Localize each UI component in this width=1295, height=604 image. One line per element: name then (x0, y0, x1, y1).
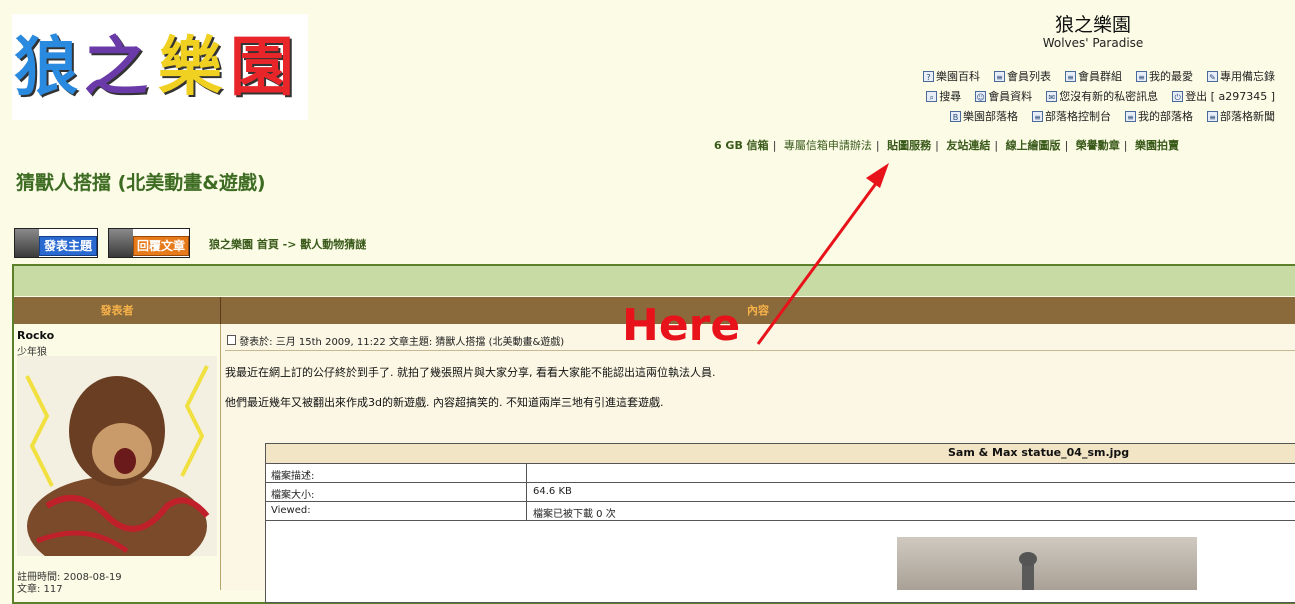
nav-search[interactable]: ⌕ 搜尋 (926, 88, 961, 104)
attachment-value: 檔案已被下載 0 次 (533, 509, 616, 520)
help-icon: ? (923, 70, 934, 82)
site-subtitle: Wolves' Paradise (1042, 36, 1144, 50)
link-oekaki[interactable]: 線上繪圖版 (1006, 139, 1061, 152)
attachment-divider (526, 464, 527, 520)
header-content: 內容 (747, 304, 769, 317)
new-topic-button[interactable]: 發表主題 (14, 228, 98, 258)
nav-favorites[interactable]: ≡ 我的最愛 (1136, 68, 1193, 84)
link-friend-sites[interactable]: 友站連結 (946, 139, 990, 152)
author-name: Rocko (17, 329, 55, 342)
list-icon: ≡ (1207, 110, 1218, 122)
post-count: 文章: 117 (17, 584, 63, 595)
topic-title[interactable]: 猜獸人搭擋 (北美動畫&遊戲) (16, 168, 266, 195)
avatar (17, 356, 217, 556)
reply-button[interactable]: 回覆文章 (108, 228, 190, 258)
attachment-label: 檔案描述: (271, 471, 315, 482)
logo-char: 狼 (14, 30, 78, 105)
attachment-row (266, 464, 1295, 483)
nav-logout[interactable]: ⏻ 登出 [ a297345 ] (1172, 88, 1275, 104)
nav-blog-news[interactable]: ≡ 部落格新聞 (1207, 108, 1275, 124)
header-author: 發表者 (100, 304, 134, 317)
wolf-icon (15, 229, 39, 257)
memo-icon: ✎ (1207, 70, 1218, 82)
logo-char: 樂 (158, 30, 222, 105)
nav-wiki[interactable]: ? 樂園百科 (923, 68, 980, 84)
site-logo[interactable]: 狼 之 樂 園 (12, 14, 308, 120)
breadcrumb[interactable]: 狼之樂園 首頁 -> 獸人動物猜謎 (209, 236, 366, 252)
nav-memo[interactable]: ✎ 專用備忘錄 (1207, 68, 1275, 84)
link-auction[interactable]: 樂園拍賣 (1135, 139, 1179, 152)
link-medals[interactable]: 榮譽勳章 (1076, 139, 1120, 152)
post-body-line: 我最近在網上訂的公仔終於到手了. 就拍了幾張照片與大家分享, 看看大家能不能認出… (225, 366, 716, 379)
attachment-image[interactable] (897, 537, 1197, 590)
message-icon: ✉ (1046, 90, 1058, 102)
list-icon: ≡ (994, 70, 1005, 82)
post-icon (227, 335, 236, 345)
nav-memberlist[interactable]: ≡ 會員列表 (994, 68, 1051, 84)
attachment-label: 檔案大小: (271, 490, 315, 501)
attachment-label: Viewed: (271, 505, 311, 516)
nav-messages[interactable]: ✉ 您沒有新的私密訊息 (1046, 88, 1158, 104)
attachment-filename[interactable]: Sam & Max statue_04_sm.jpg (948, 446, 1129, 459)
post-body-line: 他們最近幾年又被翻出來作成3d的新遊戲. 內容超搞笑的. 不知道兩岸三地有引進這… (225, 396, 664, 409)
meta-divider (225, 350, 1295, 351)
links-bar: 6 GB 信箱 | 專屬信箱申請辦法 | 貼圖服務 | 友站連結 | 線上繪圖版 | 榮譽… (713, 139, 1179, 152)
logo-char: 之 (84, 30, 148, 105)
attachment-title-row (266, 444, 1295, 464)
site-title: 狼之樂園 (1054, 14, 1131, 36)
logo-char: 園 (230, 30, 294, 105)
list-icon: ≡ (1065, 70, 1076, 82)
link-mailbox[interactable]: 6 GB 信箱 (714, 139, 769, 152)
nav-blog-console[interactable]: ≡ 部落格控制台 (1032, 108, 1111, 124)
profile-icon: ☺ (975, 90, 987, 102)
annotation-label: Here (622, 300, 741, 351)
table-top-bar (14, 266, 1295, 296)
link-image-service[interactable]: 貼圖服務 (887, 139, 931, 152)
nav-row-3: B 樂園部落格 ≡ 部落格控制台 ≡ 我的部落格 ≡ 部落格新聞 (950, 108, 1275, 124)
attachment-row (266, 502, 1295, 521)
post-meta: 發表於: 三月 15th 2009, 11:22 文章主題: 猜獸人搭擋 (北美… (227, 333, 564, 348)
wolf-icon (109, 229, 133, 257)
link-mail-apply[interactable]: 專屬信箱申請辦法 (784, 139, 872, 152)
nav-profile[interactable]: ☺ 會員資料 (975, 88, 1032, 104)
attachment-row (266, 483, 1295, 502)
nav-row-1: ? 樂園百科 ≡ 會員列表 ≡ 會員群組 ≡ 我的最愛 ✎ 專用備忘錄 (923, 68, 1275, 84)
list-icon: ≡ (1136, 70, 1147, 82)
nav-my-blog[interactable]: ≡ 我的部落格 (1125, 108, 1193, 124)
attachment-value: 64.6 KB (533, 486, 572, 497)
list-icon: ≡ (1032, 110, 1043, 122)
blog-icon: B (950, 110, 961, 122)
nav-groups[interactable]: ≡ 會員群組 (1065, 68, 1122, 84)
search-icon: ⌕ (926, 90, 938, 102)
list-icon: ≡ (1125, 110, 1136, 122)
logout-icon: ⏻ (1172, 90, 1184, 102)
nav-row-2: ⌕ 搜尋 ☺ 會員資料 ✉ 您沒有新的私密訊息 ⏻ 登出 [ a297345 ] (926, 88, 1275, 104)
nav-blog[interactable]: B 樂園部落格 (950, 108, 1018, 124)
